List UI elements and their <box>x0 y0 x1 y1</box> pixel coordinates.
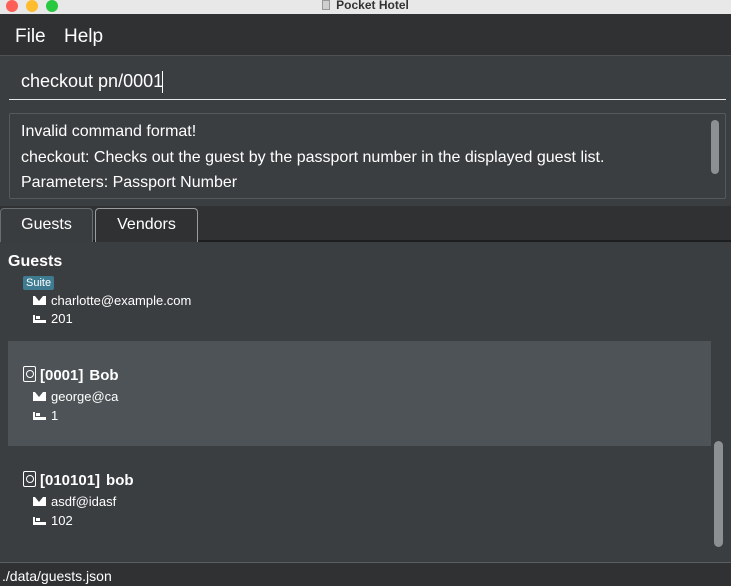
window-title: Pocket Hotel <box>0 0 731 12</box>
status-bar: ./data/guests.json <box>0 562 731 586</box>
room-type-badge: Suite <box>23 276 55 290</box>
mail-icon <box>33 296 46 305</box>
guest-room: 201 <box>33 311 73 326</box>
result-display[interactable]: Invalid command format! checkout: Checks… <box>9 113 726 199</box>
guest-name-line: [010101] bob <box>23 471 134 489</box>
result-line: Parameters: Passport Number <box>21 174 238 191</box>
guest-passport: [0001] <box>40 367 84 384</box>
guest-room: 102 <box>33 513 73 528</box>
guest-email-text: asdf@idasf <box>51 494 117 509</box>
tab-guests[interactable]: Guests <box>0 208 93 242</box>
guest-email: charlotte@example.com <box>33 293 191 308</box>
passport-icon <box>23 471 36 487</box>
guest-name: Bob <box>89 367 119 384</box>
result-line: Invalid command format! <box>21 123 197 140</box>
guest-passport: [010101] <box>40 472 101 489</box>
app-icon <box>322 0 331 10</box>
guest-name: bob <box>106 472 134 489</box>
guest-email-text: george@ca <box>51 389 119 404</box>
menu-file[interactable]: File <box>15 26 46 48</box>
bed-icon <box>33 412 46 420</box>
guest-list: Suite charlotte@example.com 201 [0001] Bo… <box>8 274 726 549</box>
passport-icon <box>23 366 36 382</box>
guest-room-text: 201 <box>51 311 73 326</box>
guest-list-scrollbar-thumb[interactable] <box>714 441 723 547</box>
bed-icon <box>33 315 46 323</box>
guest-card[interactable]: [010101] bob asdf@idasf 102 <box>8 446 711 549</box>
command-box <box>0 57 731 106</box>
list-header: Guests <box>8 253 63 270</box>
command-input[interactable] <box>9 64 726 100</box>
guest-room: 1 <box>33 408 58 423</box>
guest-card-selected[interactable]: [0001] Bob george@ca 1 <box>8 341 711 446</box>
title-bar: Pocket Hotel <box>0 0 731 14</box>
guest-room-text: 1 <box>51 408 59 423</box>
tab-vendors[interactable]: Vendors <box>95 208 198 242</box>
text-caret <box>162 71 163 93</box>
result-scrollbar-thumb[interactable] <box>711 120 719 174</box>
guest-name-line: [0001] Bob <box>23 366 119 384</box>
tab-bar: Guests Vendors <box>0 206 731 242</box>
mail-icon <box>33 497 46 506</box>
guest-room-text: 102 <box>51 513 73 528</box>
guest-email: asdf@idasf <box>33 494 116 509</box>
status-file-path: ./data/guests.json <box>2 568 112 584</box>
guest-email: george@ca <box>33 389 118 404</box>
guest-card[interactable]: Suite charlotte@example.com 201 <box>8 274 711 341</box>
mail-icon <box>33 392 46 401</box>
menu-bar: File Help <box>0 14 731 56</box>
bed-icon <box>33 517 46 525</box>
guest-list-scrollbar[interactable] <box>711 274 726 549</box>
window-title-text: Pocket Hotel <box>336 0 409 12</box>
guest-email-text: charlotte@example.com <box>51 293 192 308</box>
result-line: checkout: Checks out the guest by the pa… <box>21 149 605 166</box>
menu-help[interactable]: Help <box>64 26 103 48</box>
